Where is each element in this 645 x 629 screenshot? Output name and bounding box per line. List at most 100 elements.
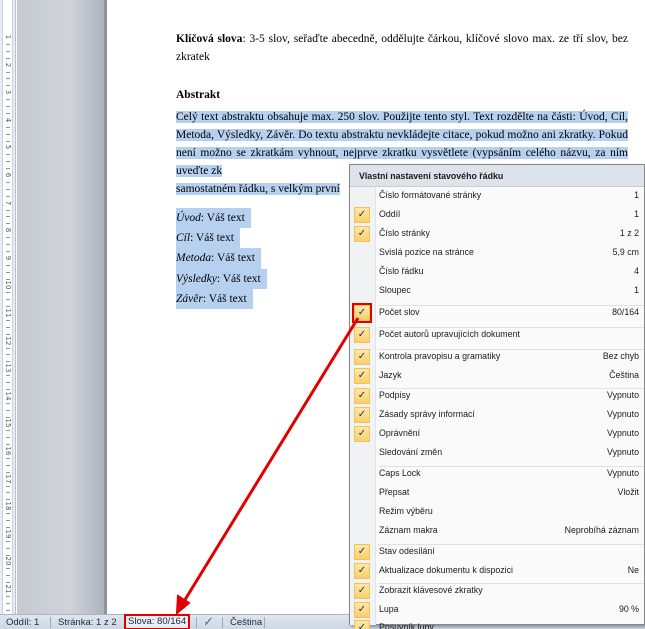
status-language[interactable]: Čeština [230, 616, 262, 629]
section-selection: Výsledky: Váš text [176, 268, 267, 289]
menu-item[interactable]: ✓ Podpisy Vypnuto [350, 386, 644, 405]
section-text: : Váš text [216, 272, 261, 285]
status-divider [50, 617, 51, 628]
checkmark-icon: ✓ [354, 226, 370, 242]
menu-item[interactable]: ✓ Počet slov 80/164 [350, 303, 644, 323]
ruler-tick [0, 326, 16, 328]
ruler-tick [0, 299, 16, 301]
section-label: Metoda [176, 252, 212, 265]
status-bar-customize-menu[interactable]: Vlastní nastavení stavového řádku Číslo … [349, 164, 645, 629]
ruler-number: 10 [4, 280, 12, 290]
ruler-number: 3 [4, 89, 12, 95]
ruler-tick [0, 492, 16, 494]
checkmark-icon: ✓ [354, 583, 370, 599]
menu-item[interactable]: Caps Lock Vypnuto [350, 464, 644, 483]
menu-item[interactable]: ✓ Lupa 90 % [350, 600, 644, 619]
ruler-tick [0, 540, 16, 542]
abstract-heading: Abstrakt [176, 89, 221, 101]
menu-item-value: Ne [627, 565, 639, 575]
ruler-tick [0, 43, 16, 45]
ruler-tick [0, 126, 16, 128]
ruler-number: 15 [4, 418, 12, 428]
menu-item-label: Posuvník lupy [379, 622, 434, 629]
abstract-section-line[interactable]: Závěr: Váš text [176, 288, 267, 310]
menu-item[interactable]: ✓ Posuvník lupy [350, 618, 644, 629]
status-divider [222, 617, 223, 628]
ruler-number: 5 [4, 145, 12, 150]
ruler-tick [0, 188, 16, 190]
ruler-tick [0, 209, 16, 211]
menu-item-value: 4 [634, 266, 639, 276]
menu-item-label: Svislá pozice na stránce [379, 247, 474, 257]
abstract-sections[interactable]: Úvod: Váš text Cíl: Váš text Metoda: Váš t… [176, 208, 267, 310]
menu-item[interactable]: Svislá pozice na stránce 5,9 cm [350, 243, 644, 262]
menu-item[interactable]: ✓ Stav odesílání [350, 542, 644, 561]
status-divider [264, 617, 265, 628]
section-label: Závěr [176, 292, 203, 305]
ruler-tick [0, 457, 16, 459]
section-text: : Váš text [202, 292, 247, 305]
menu-item[interactable]: Záznam makra Neprobíhá záznam [350, 521, 644, 540]
ruler-tick [0, 106, 16, 107]
abstract-section-line[interactable]: Výsledky: Váš text [176, 268, 267, 289]
checkmark-icon: ✓ [354, 388, 370, 404]
menu-item-label: Aktualizace dokumentu k dispozici [379, 565, 513, 575]
menu-item[interactable]: ✓ Aktualizace dokumentu k dispozici Ne [350, 561, 644, 580]
menu-item[interactable]: ✓ Oprávnění Vypnuto [350, 424, 644, 443]
ruler-tick [0, 133, 16, 135]
menu-item[interactable]: ✓ Oddíl 1 [350, 205, 644, 224]
menu-item[interactable]: Sledování změn Vypnuto [350, 443, 644, 462]
ruler-tick [0, 216, 16, 218]
menu-item[interactable]: Režim výběru [350, 502, 644, 521]
section-label: Výsledky [176, 272, 217, 285]
ruler-tick [0, 575, 16, 577]
menu-item[interactable]: ✓ Počet autorů upravujících dokument [350, 325, 644, 344]
menu-item[interactable]: ✓ Číslo stránky 1 z 2 [350, 224, 644, 243]
menu-item[interactable]: Číslo formátované stránky 1 [350, 186, 644, 205]
status-word-count[interactable]: Slova: 80/164 [124, 614, 191, 629]
menu-item[interactable]: Sloupec 1 [350, 281, 644, 300]
ruler-tick [0, 264, 16, 266]
menu-item-label: Režim výběru [379, 506, 433, 516]
menu-item-value: 1 [634, 209, 639, 219]
status-section[interactable]: Oddíl: 1 [6, 616, 39, 629]
ruler-tick [0, 99, 16, 101]
abstract-section-line[interactable]: Cíl: Váš text [176, 228, 267, 249]
checkmark-icon: ✓ [354, 349, 370, 365]
ruler-tick [0, 244, 16, 245]
ruler-tick [0, 319, 16, 321]
ruler-tick [0, 409, 16, 411]
ruler-tick [0, 430, 16, 432]
abstract-section-line[interactable]: Úvod: Váš text [176, 208, 267, 229]
menu-item[interactable]: Přepsat Vložit [350, 483, 644, 502]
status-page[interactable]: Stránka: 1 z 2 [58, 616, 117, 629]
menu-item[interactable]: ✓ Zásady správy informací Vypnuto [350, 405, 644, 424]
menu-item-label: Oprávnění [379, 428, 421, 438]
menu-item[interactable]: ✓ Zobrazit klávesové zkratky [350, 581, 644, 600]
ruler-number: 9 [4, 255, 12, 261]
spell-check-icon[interactable]: ✓̸ [204, 616, 212, 629]
menu-item[interactable]: ✓ Kontrola pravopisu a gramatiky Bez chyb [350, 347, 644, 366]
menu-item-label: Sloupec [379, 285, 411, 295]
vertical-ruler[interactable]: 1 2 3 4 5 6 7 8 9 10 11 12 13 14 15 16 17 18 19 20 21 [0, 0, 16, 614]
menu-item[interactable]: Číslo řádku 4 [350, 262, 644, 281]
ruler-tick [0, 237, 16, 239]
menu-item-value: Čeština [609, 370, 639, 380]
menu-item-label: Počet autorů upravujících dokument [379, 329, 520, 339]
section-selection: Cíl: Váš text [176, 228, 240, 249]
menu-item[interactable]: ✓ Jazyk Čeština [350, 366, 644, 385]
keywords-text: : 3-5 slov, seřaďte abecedně, oddělujte … [176, 33, 628, 63]
ruler-number: 6 [4, 172, 12, 178]
keywords-paragraph[interactable]: Klíčová slova: 3-5 slov, seřaďte abecedn… [176, 30, 628, 66]
checkmark-icon: ✓ [354, 407, 370, 423]
abstract-tail: samostatném řádku, s velkým první [176, 183, 340, 195]
menu-item-label: Počet slov [379, 307, 420, 317]
abstract-section-line[interactable]: Metoda: Váš text [176, 248, 267, 269]
status-divider [196, 617, 197, 628]
menu-item-value: 80/164 [612, 307, 639, 317]
menu-item-value: Vypnuto [607, 409, 639, 419]
menu-item-label: Jazyk [379, 370, 402, 380]
menu-item-label: Záznam makra [379, 525, 438, 535]
page-margin-area [17, 0, 107, 614]
ruler-tick [0, 154, 16, 156]
